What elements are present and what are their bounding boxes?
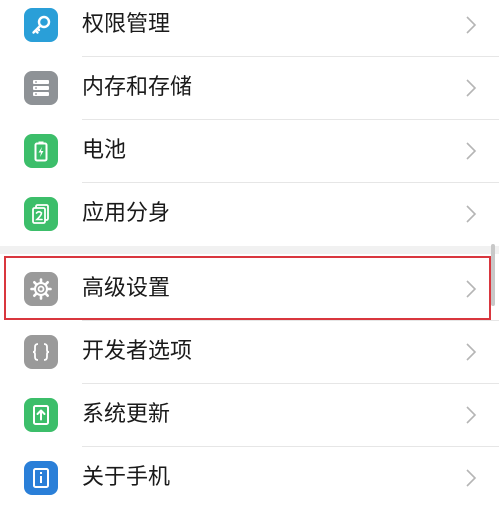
phone-info-icon — [24, 461, 58, 495]
chevron-right-icon — [466, 280, 477, 298]
settings-item-system-update[interactable]: 系统更新 — [0, 384, 499, 446]
settings-item-label: 开发者选项 — [82, 339, 193, 364]
battery-icon — [24, 134, 58, 168]
settings-item-permissions[interactable]: 权限管理 — [0, 0, 499, 56]
chevron-right-icon — [466, 16, 477, 34]
settings-item-label: 应用分身 — [82, 201, 171, 226]
update-icon — [24, 398, 58, 432]
app-clone-icon — [24, 197, 58, 231]
settings-item-label: 电池 — [82, 138, 127, 163]
settings-item-advanced[interactable]: 高级设置 — [0, 258, 499, 320]
scrollbar[interactable] — [491, 244, 495, 306]
settings-item-label: 权限管理 — [82, 12, 171, 37]
settings-item-app-clone[interactable]: 应用分身 — [0, 183, 499, 245]
settings-item-label: 关于手机 — [82, 465, 171, 490]
settings-item-storage[interactable]: 内存和存储 — [0, 57, 499, 119]
settings-item-developer[interactable]: 开发者选项 — [0, 321, 499, 383]
settings-item-label: 系统更新 — [82, 402, 171, 427]
settings-item-battery[interactable]: 电池 — [0, 120, 499, 182]
chevron-right-icon — [466, 205, 477, 223]
gear-icon — [24, 272, 58, 306]
group-separator — [0, 246, 499, 254]
chevron-right-icon — [466, 343, 477, 361]
braces-icon — [24, 335, 58, 369]
chevron-right-icon — [466, 469, 477, 487]
chevron-right-icon — [466, 79, 477, 97]
key-icon — [24, 8, 58, 42]
settings-item-label: 内存和存储 — [82, 75, 193, 100]
settings-item-about-phone[interactable]: 关于手机 — [0, 447, 499, 509]
storage-icon — [24, 71, 58, 105]
settings-item-label: 高级设置 — [82, 276, 171, 301]
chevron-right-icon — [466, 142, 477, 160]
chevron-right-icon — [466, 406, 477, 424]
